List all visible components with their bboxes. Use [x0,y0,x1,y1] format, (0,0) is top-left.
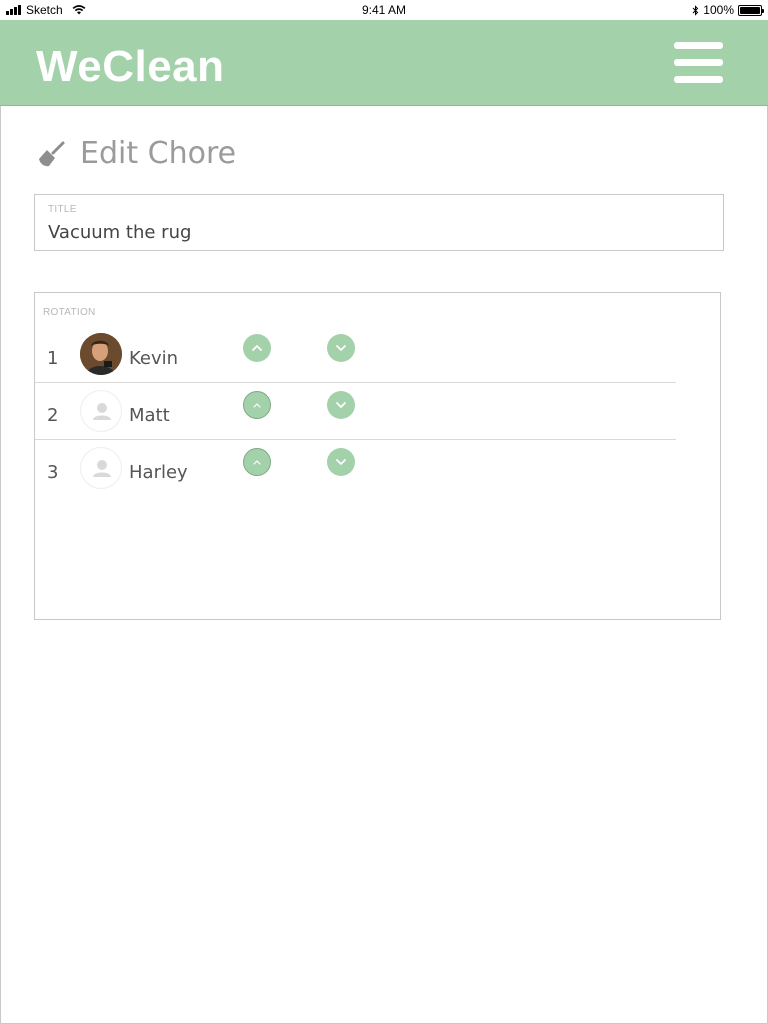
move-up-button[interactable] [243,334,271,362]
move-down-button[interactable] [327,334,355,362]
move-up-button[interactable] [243,448,271,476]
status-bar: Sketch 9:41 AM 100% [0,0,768,20]
rotation-label: ROTATION [43,307,96,318]
rotation-position: 3 [47,462,59,483]
battery-icon [738,4,764,16]
member-name: Kevin [129,348,179,369]
person-placeholder-icon [93,403,111,420]
hamburger-menu-icon[interactable] [674,42,724,84]
chevron-down-icon [336,402,346,408]
title-field[interactable]: TITLE [34,194,724,251]
rotation-position: 1 [47,348,59,369]
move-down-button[interactable] [327,448,355,476]
title-input[interactable] [48,219,708,245]
chevron-up-icon [253,403,261,408]
app-title: WeClean [36,42,225,91]
person-placeholder-icon [93,460,111,477]
page-title: Edit Chore [80,136,237,171]
battery-percent: 100% [703,3,734,17]
page-heading: Edit Chore [36,136,236,171]
chevron-down-icon [336,345,346,351]
rotation-row: 2 Matt [35,383,676,440]
app-header: WeClean [0,20,768,106]
status-right: 100% [692,3,764,17]
chevron-up-icon [253,460,261,465]
avatar [80,447,122,489]
broom-icon [39,141,65,166]
chevron-up-icon [252,345,262,351]
status-time: 9:41 AM [361,3,407,17]
title-field-label: TITLE [48,204,77,215]
avatar [80,390,122,432]
rotation-row: 1 Kevin [35,326,676,383]
rotation-position: 2 [47,405,59,426]
bluetooth-icon [692,4,699,16]
kevin-photo-avatar [80,333,122,375]
rotation-box: ROTATION 1 Kevin 2 Matt 3 Harley [34,292,721,620]
member-name: Harley [129,462,188,483]
member-name: Matt [129,405,170,426]
move-up-button[interactable] [243,391,271,419]
avatar [80,333,122,375]
move-down-button[interactable] [327,391,355,419]
rotation-row: 3 Harley [35,440,676,497]
chevron-down-icon [336,459,346,465]
